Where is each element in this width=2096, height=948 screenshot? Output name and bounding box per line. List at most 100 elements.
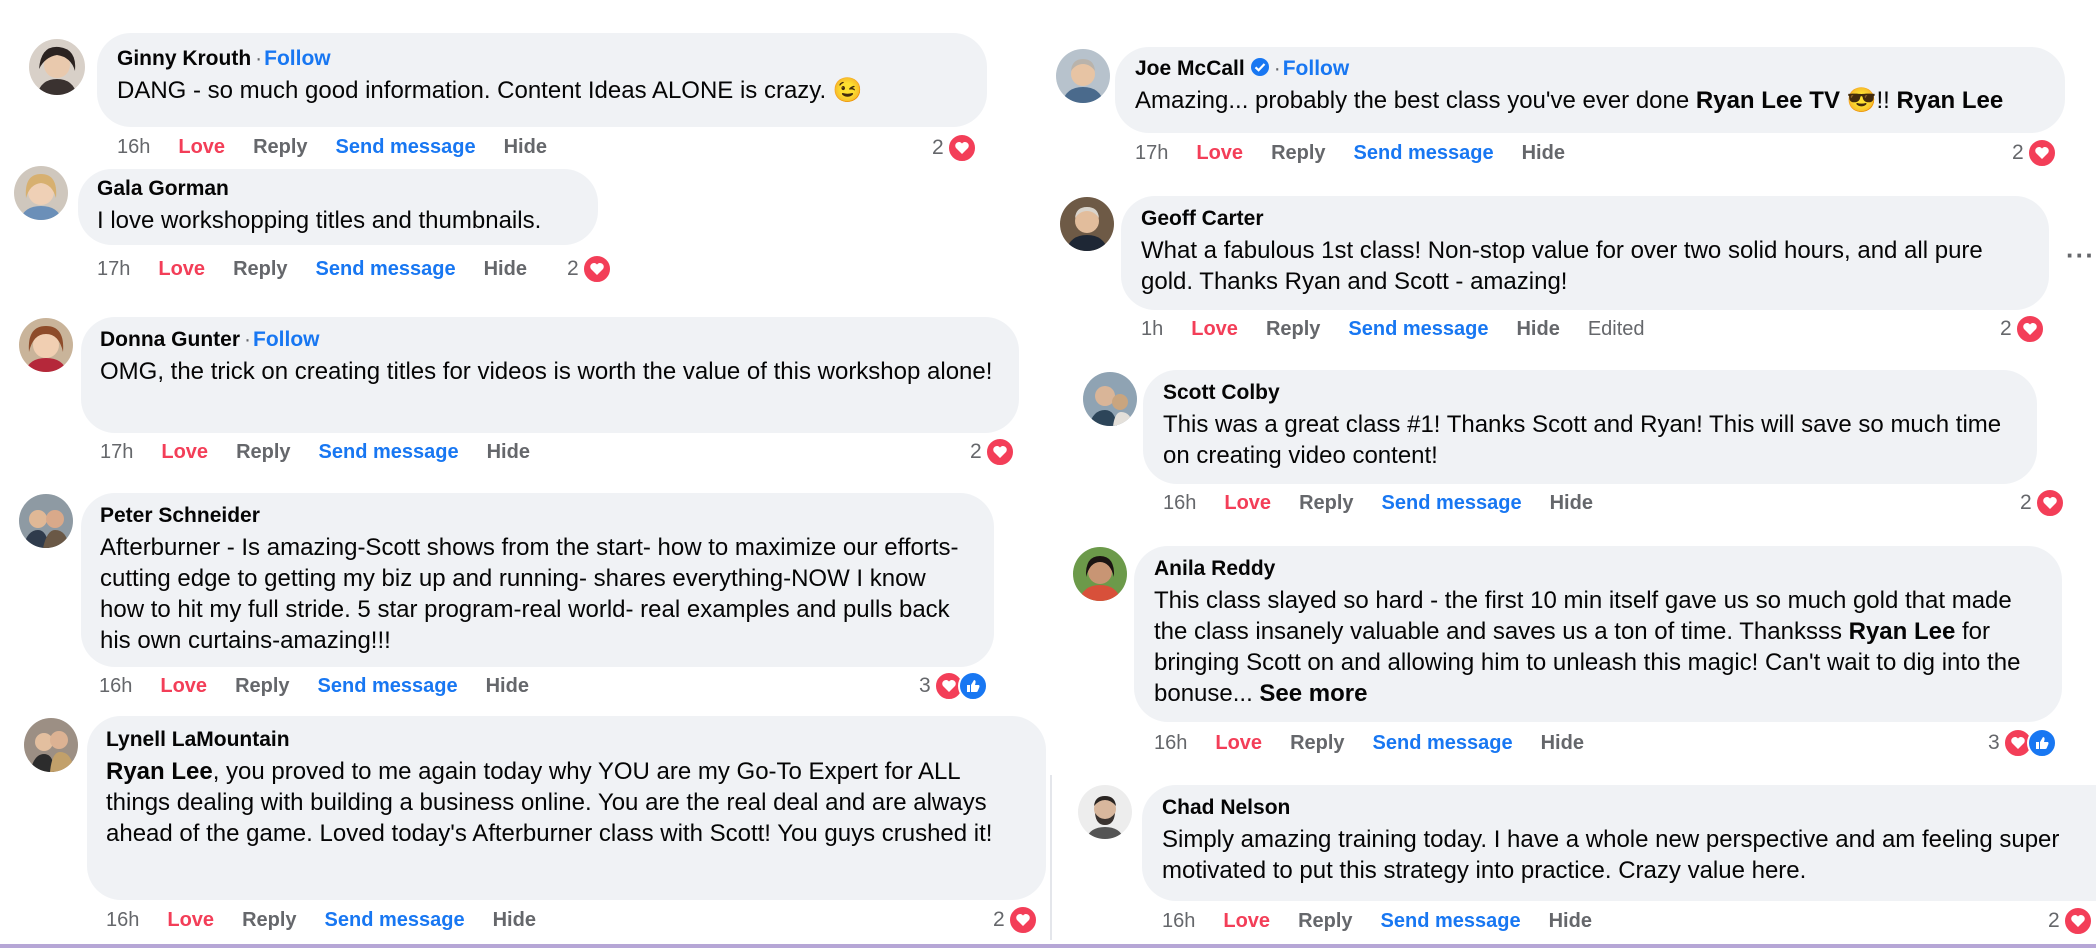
author-name[interactable]: Scott Colby [1163,381,1280,404]
reaction-count: 2 [567,257,579,280]
avatar[interactable] [14,166,68,220]
reaction-summary[interactable]: 2 [567,254,612,284]
reaction-summary[interactable]: 3 [919,671,988,701]
send-message-button[interactable]: Send message [318,675,458,698]
hide-button[interactable]: Hide [484,258,527,281]
send-message-button[interactable]: Send message [319,441,459,464]
love-button[interactable]: Love [178,136,225,159]
follow-button[interactable]: Follow [253,328,320,351]
avatar[interactable] [1060,197,1114,251]
mention-link[interactable]: Ryan Lee [1849,618,1956,645]
comment-bubble: Joe McCall ·Follow Amazing... probably th… [1115,47,2065,133]
reaction-summary[interactable]: 2 [993,905,1038,935]
reaction-summary[interactable]: 2 [2012,138,2057,168]
love-button[interactable]: Love [158,258,205,281]
love-button[interactable]: Love [1196,142,1243,165]
send-message-button[interactable]: Send message [1354,142,1494,165]
reaction-summary[interactable]: 2 [2000,314,2045,344]
author-name[interactable]: Lynell LaMountain [106,728,290,751]
like-reaction-icon [957,671,988,701]
reply-button[interactable]: Reply [233,258,287,281]
comment-text: What a fabulous 1st class! Non-stop valu… [1141,237,1983,295]
reply-button[interactable]: Reply [1299,492,1353,515]
avatar[interactable] [1073,547,1127,601]
timestamp[interactable]: 16h [99,675,132,698]
timestamp[interactable]: 1h [1141,318,1163,341]
send-message-button[interactable]: Send message [325,909,465,932]
hide-button[interactable]: Hide [1541,732,1584,755]
send-message-button[interactable]: Send message [1373,732,1513,755]
author-name[interactable]: Peter Schneider [100,504,260,527]
love-button[interactable]: Love [1223,910,1270,933]
hide-button[interactable]: Hide [1549,910,1592,933]
reaction-summary[interactable]: 2 [932,133,977,163]
hide-button[interactable]: Hide [493,909,536,932]
timestamp[interactable]: 17h [97,258,130,281]
author-name[interactable]: Joe McCall [1135,57,1245,80]
love-button[interactable]: Love [161,441,208,464]
reply-button[interactable]: Reply [1266,318,1320,341]
reply-button[interactable]: Reply [235,675,289,698]
avatar[interactable] [19,318,73,372]
author-name[interactable]: Chad Nelson [1162,796,1290,819]
send-message-button[interactable]: Send message [1382,492,1522,515]
timestamp[interactable]: 17h [100,441,133,464]
mention-link[interactable]: Ryan Lee [1897,87,2004,114]
love-button[interactable]: Love [1215,732,1262,755]
follow-button[interactable]: Follow [264,47,331,70]
hide-button[interactable]: Hide [487,441,530,464]
heart-reaction-icon [2062,906,2093,936]
timestamp[interactable]: 16h [106,909,139,932]
avatar[interactable] [19,494,73,548]
reply-button[interactable]: Reply [253,136,307,159]
send-message-button[interactable]: Send message [316,258,456,281]
mention-link[interactable]: Ryan Lee [106,758,213,785]
avatar[interactable] [1078,785,1132,839]
reply-button[interactable]: Reply [242,909,296,932]
send-message-button[interactable]: Send message [1348,318,1488,341]
hide-button[interactable]: Hide [1550,492,1593,515]
send-message-button[interactable]: Send message [1381,910,1521,933]
reply-button[interactable]: Reply [1271,142,1325,165]
timestamp[interactable]: 17h [1135,142,1168,165]
avatar[interactable] [24,718,78,772]
comment-actions: 16h Love Reply Send message Hide [1163,492,1621,515]
avatar[interactable] [1056,49,1110,103]
reaction-summary[interactable]: 2 [2020,488,2065,518]
author-name[interactable]: Gala Gorman [97,177,229,200]
hide-button[interactable]: Hide [1516,318,1559,341]
reply-button[interactable]: Reply [1298,910,1352,933]
author-name[interactable]: Donna Gunter [100,328,240,351]
love-button[interactable]: Love [1224,492,1271,515]
comment-text: This class slayed so hard - the first 10… [1154,585,2042,709]
love-button[interactable]: Love [1191,318,1238,341]
timestamp[interactable]: 16h [1154,732,1187,755]
reply-button[interactable]: Reply [1290,732,1344,755]
author-name[interactable]: Anila Reddy [1154,557,1275,580]
timestamp[interactable]: 16h [117,136,150,159]
see-more-link[interactable]: See more [1259,680,1367,707]
heart-reaction-icon [984,437,1015,467]
hide-button[interactable]: Hide [486,675,529,698]
reaction-count: 2 [970,440,982,463]
hide-button[interactable]: Hide [1522,142,1565,165]
reaction-summary[interactable]: 3 [1988,728,2057,758]
timestamp[interactable]: 16h [1163,492,1196,515]
comment-bubble: Gala Gorman I love workshopping titles a… [78,169,598,245]
author-name[interactable]: Geoff Carter [1141,207,1264,230]
timestamp[interactable]: 16h [1162,910,1195,933]
follow-button[interactable]: Follow [1283,57,1350,80]
more-options-icon[interactable]: ··· [2066,240,2095,271]
reaction-summary[interactable]: 2 [970,437,1015,467]
reaction-summary[interactable]: 2 [2048,906,2093,936]
avatar[interactable] [1083,372,1137,426]
send-message-button[interactable]: Send message [336,136,476,159]
author-name[interactable]: Ginny Krouth [117,47,251,70]
love-button[interactable]: Love [160,675,207,698]
mention-link[interactable]: Ryan Lee TV [1696,87,1840,114]
love-button[interactable]: Love [167,909,214,932]
reply-button[interactable]: Reply [236,441,290,464]
avatar[interactable] [29,39,85,95]
heart-reaction-icon [581,254,612,284]
hide-button[interactable]: Hide [504,136,547,159]
